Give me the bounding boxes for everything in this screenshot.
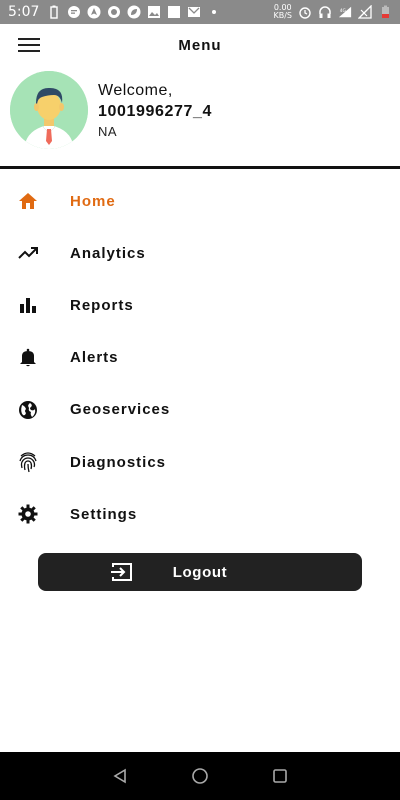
home-icon <box>17 190 39 212</box>
menu-item-label: Reports <box>70 296 134 314</box>
battery-icon <box>378 5 392 19</box>
square-icon <box>167 5 181 19</box>
bell-icon <box>17 347 39 369</box>
system-nav-bar <box>0 752 400 800</box>
fingerprint-icon <box>17 451 39 473</box>
headphones-icon <box>318 5 332 19</box>
status-time: 5:07 <box>8 4 40 20</box>
menu-item-label: Alerts <box>70 349 119 367</box>
battery-saver-icon <box>47 5 61 19</box>
hamburger-menu-icon[interactable] <box>18 38 40 54</box>
trending-up-icon <box>17 242 39 264</box>
signal-icon: 4G <box>338 5 352 19</box>
recents-icon[interactable] <box>268 764 292 788</box>
menu-item-label: Home <box>70 192 116 210</box>
navigation-icon <box>87 5 101 19</box>
menu-item-home[interactable]: Home <box>0 175 400 227</box>
page-title: Menu <box>178 36 222 54</box>
menu-item-label: Analytics <box>70 244 146 262</box>
alarm-icon <box>298 5 312 19</box>
logout-icon <box>110 562 134 582</box>
menu-item-settings[interactable]: Settings <box>0 488 400 540</box>
bar-chart-icon <box>17 294 39 316</box>
nav-menu: Home Analytics Reports Alerts Geoservice… <box>0 175 400 540</box>
leaf-icon <box>127 5 141 19</box>
menu-item-analytics[interactable]: Analytics <box>0 227 400 279</box>
back-icon[interactable] <box>108 764 132 788</box>
menu-item-geoservices[interactable]: Geoservices <box>0 384 400 436</box>
logout-label: Logout <box>172 563 228 581</box>
section-divider <box>0 166 400 169</box>
profile-section: Welcome, 1001996277_4 NA <box>10 70 390 150</box>
menu-item-label: Geoservices <box>70 401 171 419</box>
chat-icon <box>67 5 81 19</box>
avatar-illustration <box>10 71 88 149</box>
status-icons-left <box>47 5 221 19</box>
net-speed-unit: KB/S <box>273 11 292 20</box>
mail-icon <box>187 5 201 19</box>
lens-icon <box>107 5 121 19</box>
status-icons-right: 0.00 KB/S 4G <box>273 4 392 20</box>
menu-item-label: Settings <box>70 505 138 523</box>
logout-button[interactable]: Logout <box>38 553 362 591</box>
logout-container: Logout <box>38 553 362 591</box>
status-bar: 5:07 0.00 KB/S 4G <box>0 0 400 24</box>
network-label: 4G <box>340 8 347 14</box>
user-subtitle: NA <box>98 123 118 139</box>
screen: 5:07 0.00 KB/S 4G Menu Welcome, 10019962… <box>0 0 400 800</box>
profile-text: Welcome, 1001996277_4 NA <box>98 82 212 139</box>
menu-item-reports[interactable]: Reports <box>0 279 400 331</box>
avatar <box>10 71 88 149</box>
welcome-text: Welcome, <box>98 81 173 99</box>
home-button-icon[interactable] <box>188 764 212 788</box>
app-header: Menu <box>0 24 400 66</box>
wifi-off-icon <box>358 5 372 19</box>
menu-item-alerts[interactable]: Alerts <box>0 332 400 384</box>
dot-icon <box>207 5 221 19</box>
gear-icon <box>17 503 39 525</box>
net-speed: 0.00 KB/S <box>273 4 292 20</box>
image-icon <box>147 5 161 19</box>
globe-icon <box>17 399 39 421</box>
menu-item-label: Diagnostics <box>70 453 167 471</box>
menu-item-diagnostics[interactable]: Diagnostics <box>0 436 400 488</box>
user-id: 1001996277_4 <box>98 102 212 120</box>
